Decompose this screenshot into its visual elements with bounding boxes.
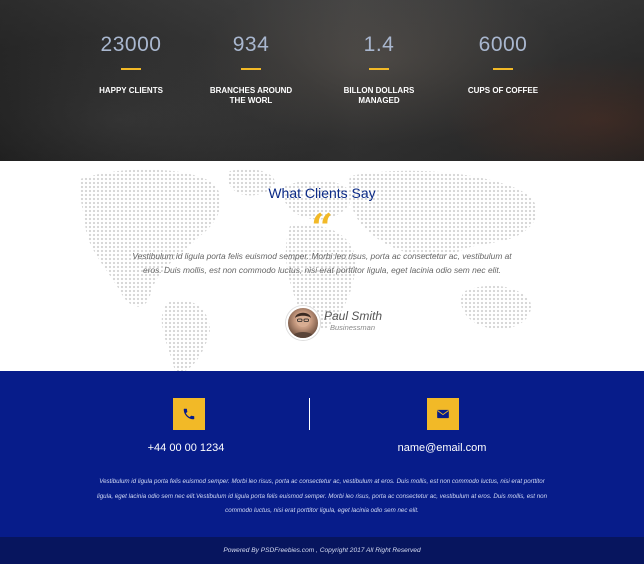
stats-section: 23000 HAPPY CLIENTS 934 BRANCHES AROUND … (0, 0, 644, 161)
footer-copyright: Powered By PSDFreebies.com , Copyright 2… (223, 547, 421, 554)
contact-email[interactable]: name@email.com (342, 442, 542, 454)
stat-label: BILLON DOLLARS MANAGED (343, 86, 415, 105)
stat-value: 934 (232, 33, 270, 56)
avatar (286, 306, 320, 340)
person-photo (291, 312, 315, 338)
stat-branches: 934 BRANCHES AROUND THE WORL (186, 32, 316, 106)
person-name: Paul Smith (324, 309, 383, 323)
quote-icon: “ (311, 205, 333, 250)
testimonial-text: Vestibulum id ligula porta felis euismod… (132, 251, 512, 275)
stat-divider (241, 68, 261, 70)
contact-divider (309, 398, 310, 430)
stat-divider (369, 68, 389, 70)
stat-value: 23000 (100, 33, 162, 56)
phone-glyph (183, 408, 195, 420)
stat-divider (121, 68, 141, 70)
footer: Powered By PSDFreebies.com , Copyright 2… (0, 537, 644, 564)
stat-cups-of-coffee: 6000 CUPS OF COFFEE (438, 32, 568, 96)
stat-happy-clients: 23000 HAPPY CLIENTS (66, 32, 196, 96)
stat-dollars-managed: 1.4 BILLON DOLLARS MANAGED (314, 32, 444, 106)
stat-value: 6000 (478, 33, 528, 56)
person-role: Businessman (330, 323, 376, 332)
stat-label: HAPPY CLIENTS (99, 86, 163, 95)
contact-phone[interactable]: +44 00 00 1234 (86, 442, 286, 454)
contact-section: +44 00 00 1234 name@email.com Vestibulum… (0, 371, 644, 537)
stat-value: 1.4 (363, 33, 395, 56)
testimonials-title: What Clients Say (268, 185, 376, 201)
contact-description: Vestibulum id ligula porta felis euismod… (96, 478, 548, 514)
stat-divider (493, 68, 513, 70)
envelope-glyph (437, 409, 449, 419)
envelope-icon[interactable] (427, 398, 459, 430)
phone-icon[interactable] (173, 398, 205, 430)
stat-label: BRANCHES AROUND THE WORL (209, 86, 293, 105)
stat-label: CUPS OF COFFEE (467, 86, 539, 95)
